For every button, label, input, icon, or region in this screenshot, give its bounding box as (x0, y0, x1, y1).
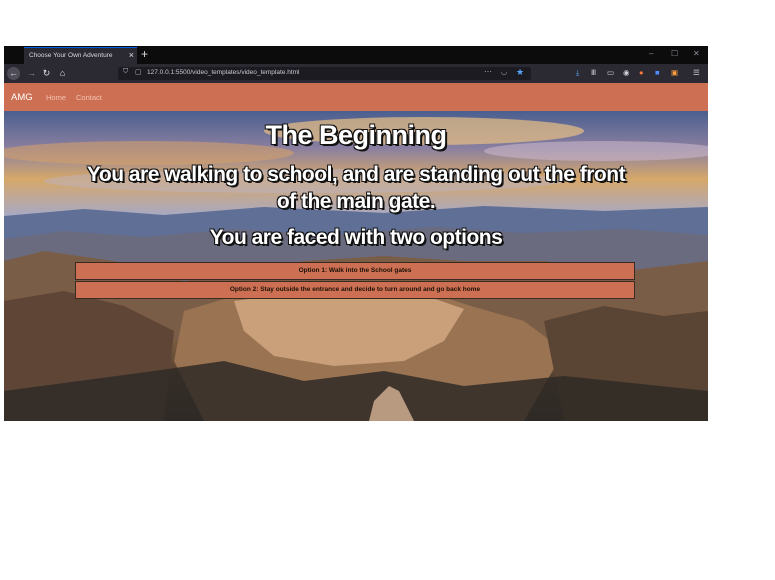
hero-background: The Beginning You are walking to school,… (4, 111, 708, 421)
forward-arrow-icon[interactable]: → (25, 67, 38, 80)
shield-icon[interactable]: ⛉ (123, 68, 128, 76)
sidebar-icon[interactable]: ▭ (607, 68, 614, 78)
options-prompt: You are faced with two options (209, 226, 503, 249)
back-arrow-icon[interactable]: ← (7, 67, 20, 80)
close-tab-icon[interactable]: × (129, 50, 134, 60)
url-text[interactable]: 127.0.0.1:5500/video_templates/video_tem… (147, 69, 300, 76)
option-1-button[interactable]: Option 1: Walk into the School gates (75, 262, 635, 280)
extension-icon-2[interactable]: ■ (655, 68, 660, 78)
option-2-button[interactable]: Option 2: Stay outside the entrance and … (75, 281, 635, 299)
tab-bar: Choose Your Own Adventure × + – ☐ ✕ (4, 46, 708, 64)
maximize-icon[interactable]: ☐ (671, 49, 678, 59)
minimize-icon[interactable]: – (649, 49, 653, 59)
brand-logo[interactable]: AMG (11, 92, 33, 103)
download-icon[interactable]: ⤓ (576, 68, 579, 78)
home-icon[interactable]: ⌂ (56, 67, 69, 80)
url-bar[interactable]: ⛉ ▢ 127.0.0.1:5500/video_templates/video… (118, 67, 531, 80)
extension-icon[interactable]: ● (639, 68, 644, 78)
new-tab-icon[interactable]: + (141, 47, 148, 61)
pocket-icon[interactable]: ◡ (501, 68, 507, 76)
tab-title: Choose Your Own Adventure (29, 52, 113, 59)
extension-icon-3[interactable]: ▣ (671, 68, 678, 78)
nav-contact-link[interactable]: Contact (76, 93, 102, 102)
star-icon[interactable]: ★ (516, 67, 524, 78)
story-lead: You are walking to school, and are stand… (86, 163, 626, 213)
page-viewport: AMG Home Contact The Beginning You are w… (4, 83, 708, 421)
close-window-icon[interactable]: ✕ (693, 49, 700, 59)
account-icon[interactable]: ◉ (623, 68, 630, 78)
site-navbar: AMG Home Contact (4, 83, 708, 111)
library-icon[interactable]: Ⅲ (591, 68, 596, 78)
nav-home-link[interactable]: Home (46, 93, 66, 102)
menu-icon[interactable]: ☰ (693, 68, 700, 78)
page-actions-icon[interactable]: ··· (484, 67, 492, 76)
browser-tab[interactable]: Choose Your Own Adventure × (24, 47, 137, 64)
browser-toolbar: ← → ↻ ⌂ ⛉ ▢ 127.0.0.1:5500/video_templat… (4, 64, 708, 83)
lock-icon[interactable]: ▢ (135, 68, 142, 76)
story-title: The Beginning (265, 120, 447, 150)
browser-window: Choose Your Own Adventure × + – ☐ ✕ ← → … (4, 46, 708, 421)
reload-icon[interactable]: ↻ (40, 67, 53, 80)
